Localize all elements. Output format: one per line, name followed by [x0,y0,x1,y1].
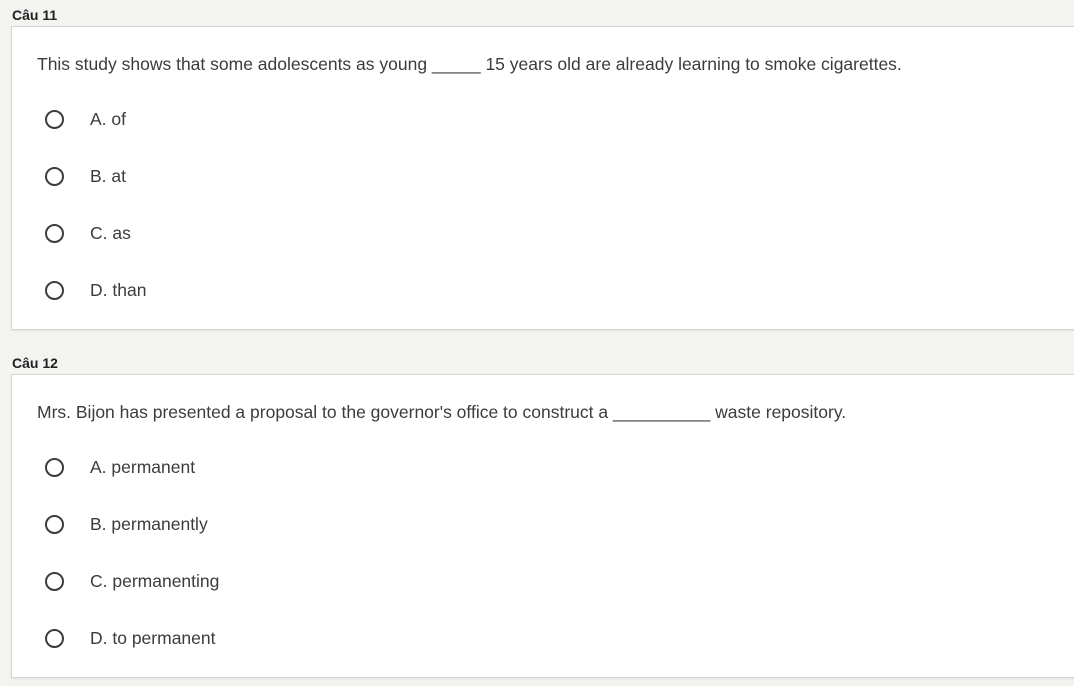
radio-button[interactable] [45,628,64,648]
answer-option-a[interactable]: A. of [45,107,126,131]
radio-button[interactable] [45,514,64,534]
answer-option-b[interactable]: B. permanently [45,512,208,536]
question-card: Mrs. Bijon has presented a proposal to t… [11,374,1074,678]
option-label: A. of [90,109,126,129]
answer-option-c[interactable]: C. as [45,221,131,245]
option-label: C. as [90,223,131,243]
question-number: Câu 11 [12,7,58,23]
option-label: A. permanent [90,457,196,477]
radio-button[interactable] [45,571,64,591]
radio-button[interactable] [45,109,64,129]
option-label: B. permanently [90,514,208,534]
radio-button[interactable] [45,280,64,300]
option-label: B. at [90,166,126,186]
radio-button[interactable] [45,223,64,243]
question-card: This study shows that some adolescents a… [11,26,1074,330]
option-label: D. than [90,280,147,300]
answer-option-d[interactable]: D. than [45,278,146,302]
quiz-page: Câu 11 This study shows that some adoles… [0,0,1074,686]
answer-option-b[interactable]: B. at [45,164,126,188]
question-text: Mrs. Bijon has presented a proposal to t… [37,402,847,422]
question-number: Câu 12 [12,355,58,371]
radio-button[interactable] [45,457,64,477]
radio-button[interactable] [45,166,64,186]
question-text: This study shows that some adolescents a… [37,54,902,74]
answer-option-d[interactable]: D. to permanent [45,626,215,650]
option-label: D. to permanent [90,628,216,648]
answer-option-c[interactable]: C. permanenting [45,569,219,593]
answer-option-a[interactable]: A. permanent [45,455,195,479]
option-label: C. permanenting [90,571,220,591]
